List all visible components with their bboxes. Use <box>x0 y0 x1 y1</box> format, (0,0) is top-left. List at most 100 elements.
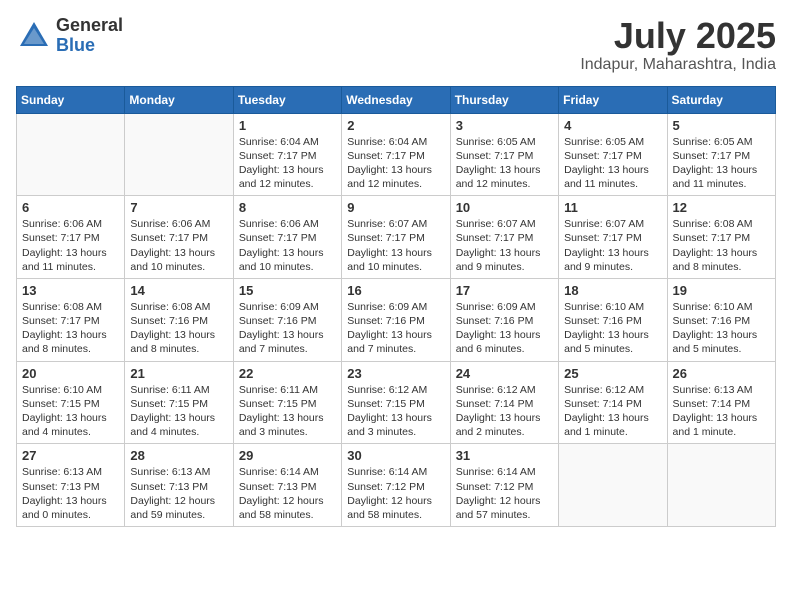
calendar-week-row: 27 Sunrise: 6:13 AMSunset: 7:13 PMDayligh… <box>17 444 776 527</box>
calendar-cell: 12 Sunrise: 6:08 AMSunset: 7:17 PMDayligh… <box>667 196 775 279</box>
page-header: General Blue July 2025 Indapur, Maharash… <box>16 16 776 74</box>
calendar-cell: 28 Sunrise: 6:13 AMSunset: 7:13 PMDayligh… <box>125 444 233 527</box>
day-number: 12 <box>673 200 770 215</box>
calendar-cell: 18 Sunrise: 6:10 AMSunset: 7:16 PMDayligh… <box>559 278 667 361</box>
day-number: 26 <box>673 366 770 381</box>
day-info: Sunrise: 6:12 AMSunset: 7:15 PMDaylight:… <box>347 383 444 440</box>
day-info: Sunrise: 6:12 AMSunset: 7:14 PMDaylight:… <box>564 383 661 440</box>
calendar-cell: 31 Sunrise: 6:14 AMSunset: 7:12 PMDayligh… <box>450 444 558 527</box>
day-info: Sunrise: 6:07 AMSunset: 7:17 PMDaylight:… <box>347 217 444 274</box>
day-info: Sunrise: 6:05 AMSunset: 7:17 PMDaylight:… <box>456 135 553 192</box>
calendar-cell: 5 Sunrise: 6:05 AMSunset: 7:17 PMDaylight… <box>667 113 775 196</box>
calendar-cell: 19Sunrise: 6:10 AMSunset: 7:16 PMDayligh… <box>667 278 775 361</box>
weekday-header-row: SundayMondayTuesdayWednesdayThursdayFrid… <box>17 86 776 113</box>
day-info: Sunrise: 6:10 AMSunset: 7:15 PMDaylight:… <box>22 383 119 440</box>
calendar-cell: 3 Sunrise: 6:05 AMSunset: 7:17 PMDaylight… <box>450 113 558 196</box>
logo-blue-label: Blue <box>56 36 123 56</box>
day-number: 28 <box>130 448 227 463</box>
weekday-header-friday: Friday <box>559 86 667 113</box>
calendar-cell: 7Sunrise: 6:06 AMSunset: 7:17 PMDaylight… <box>125 196 233 279</box>
day-number: 5 <box>673 118 770 133</box>
day-number: 11 <box>564 200 661 215</box>
day-number: 22 <box>239 366 336 381</box>
calendar-cell: 8 Sunrise: 6:06 AMSunset: 7:17 PMDaylight… <box>233 196 341 279</box>
day-info: Sunrise: 6:09 AMSunset: 7:16 PMDaylight:… <box>239 300 336 357</box>
day-info: Sunrise: 6:13 AMSunset: 7:13 PMDaylight:… <box>22 465 119 522</box>
calendar-week-row: 13 Sunrise: 6:08 AMSunset: 7:17 PMDayligh… <box>17 278 776 361</box>
day-number: 27 <box>22 448 119 463</box>
day-number: 1 <box>239 118 336 133</box>
day-info: Sunrise: 6:09 AMSunset: 7:16 PMDaylight:… <box>347 300 444 357</box>
day-number: 31 <box>456 448 553 463</box>
day-number: 20 <box>22 366 119 381</box>
calendar-cell: 26 Sunrise: 6:13 AMSunset: 7:14 PMDayligh… <box>667 361 775 444</box>
day-info: Sunrise: 6:14 AMSunset: 7:13 PMDaylight:… <box>239 465 336 522</box>
day-number: 23 <box>347 366 444 381</box>
calendar-cell: 29 Sunrise: 6:14 AMSunset: 7:13 PMDayligh… <box>233 444 341 527</box>
day-number: 21 <box>130 366 227 381</box>
calendar-cell: 21 Sunrise: 6:11 AMSunset: 7:15 PMDayligh… <box>125 361 233 444</box>
weekday-header-thursday: Thursday <box>450 86 558 113</box>
calendar-cell: 14 Sunrise: 6:08 AMSunset: 7:16 PMDayligh… <box>125 278 233 361</box>
calendar-cell: 30Sunrise: 6:14 AMSunset: 7:12 PMDayligh… <box>342 444 450 527</box>
calendar-cell: 16Sunrise: 6:09 AMSunset: 7:16 PMDayligh… <box>342 278 450 361</box>
day-number: 25 <box>564 366 661 381</box>
day-number: 3 <box>456 118 553 133</box>
calendar-cell: 9Sunrise: 6:07 AMSunset: 7:17 PMDaylight… <box>342 196 450 279</box>
day-info: Sunrise: 6:07 AMSunset: 7:17 PMDaylight:… <box>564 217 661 274</box>
day-info: Sunrise: 6:04 AMSunset: 7:17 PMDaylight:… <box>239 135 336 192</box>
day-info: Sunrise: 6:05 AMSunset: 7:17 PMDaylight:… <box>564 135 661 192</box>
calendar-week-row: 6Sunrise: 6:06 AMSunset: 7:17 PMDaylight… <box>17 196 776 279</box>
calendar-cell: 20 Sunrise: 6:10 AMSunset: 7:15 PMDayligh… <box>17 361 125 444</box>
day-info: Sunrise: 6:06 AMSunset: 7:17 PMDaylight:… <box>239 217 336 274</box>
day-number: 15 <box>239 283 336 298</box>
day-info: Sunrise: 6:08 AMSunset: 7:17 PMDaylight:… <box>673 217 770 274</box>
month-title: July 2025 <box>580 16 776 56</box>
day-number: 2 <box>347 118 444 133</box>
calendar-cell: 10 Sunrise: 6:07 AMSunset: 7:17 PMDayligh… <box>450 196 558 279</box>
day-info: Sunrise: 6:14 AMSunset: 7:12 PMDaylight:… <box>456 465 553 522</box>
weekday-header-monday: Monday <box>125 86 233 113</box>
day-info: Sunrise: 6:09 AMSunset: 7:16 PMDaylight:… <box>456 300 553 357</box>
day-number: 29 <box>239 448 336 463</box>
day-number: 18 <box>564 283 661 298</box>
calendar-table: SundayMondayTuesdayWednesdayThursdayFrid… <box>16 86 776 527</box>
calendar-cell: 17Sunrise: 6:09 AMSunset: 7:16 PMDayligh… <box>450 278 558 361</box>
calendar-cell: 13 Sunrise: 6:08 AMSunset: 7:17 PMDayligh… <box>17 278 125 361</box>
day-number: 13 <box>22 283 119 298</box>
day-info: Sunrise: 6:08 AMSunset: 7:16 PMDaylight:… <box>130 300 227 357</box>
logo-icon <box>16 18 52 54</box>
calendar-cell <box>125 113 233 196</box>
logo: General Blue <box>16 16 123 56</box>
day-info: Sunrise: 6:13 AMSunset: 7:14 PMDaylight:… <box>673 383 770 440</box>
day-info: Sunrise: 6:11 AMSunset: 7:15 PMDaylight:… <box>239 383 336 440</box>
calendar-cell: 23 Sunrise: 6:12 AMSunset: 7:15 PMDayligh… <box>342 361 450 444</box>
calendar-cell <box>667 444 775 527</box>
calendar-cell: 24 Sunrise: 6:12 AMSunset: 7:14 PMDayligh… <box>450 361 558 444</box>
calendar-cell: 22 Sunrise: 6:11 AMSunset: 7:15 PMDayligh… <box>233 361 341 444</box>
day-info: Sunrise: 6:11 AMSunset: 7:15 PMDaylight:… <box>130 383 227 440</box>
location-title: Indapur, Maharashtra, India <box>580 56 776 74</box>
calendar-week-row: 20 Sunrise: 6:10 AMSunset: 7:15 PMDayligh… <box>17 361 776 444</box>
day-info: Sunrise: 6:08 AMSunset: 7:17 PMDaylight:… <box>22 300 119 357</box>
calendar-cell: 4 Sunrise: 6:05 AMSunset: 7:17 PMDaylight… <box>559 113 667 196</box>
calendar-week-row: 1 Sunrise: 6:04 AMSunset: 7:17 PMDaylight… <box>17 113 776 196</box>
calendar-cell: 2Sunrise: 6:04 AMSunset: 7:17 PMDaylight… <box>342 113 450 196</box>
calendar-cell: 27 Sunrise: 6:13 AMSunset: 7:13 PMDayligh… <box>17 444 125 527</box>
weekday-header-sunday: Sunday <box>17 86 125 113</box>
day-number: 8 <box>239 200 336 215</box>
day-number: 14 <box>130 283 227 298</box>
weekday-header-tuesday: Tuesday <box>233 86 341 113</box>
day-number: 4 <box>564 118 661 133</box>
day-number: 24 <box>456 366 553 381</box>
weekday-header-saturday: Saturday <box>667 86 775 113</box>
day-number: 10 <box>456 200 553 215</box>
day-info: Sunrise: 6:05 AMSunset: 7:17 PMDaylight:… <box>673 135 770 192</box>
day-info: Sunrise: 6:12 AMSunset: 7:14 PMDaylight:… <box>456 383 553 440</box>
day-info: Sunrise: 6:10 AMSunset: 7:16 PMDaylight:… <box>564 300 661 357</box>
calendar-cell: 25 Sunrise: 6:12 AMSunset: 7:14 PMDayligh… <box>559 361 667 444</box>
day-info: Sunrise: 6:07 AMSunset: 7:17 PMDaylight:… <box>456 217 553 274</box>
weekday-header-wednesday: Wednesday <box>342 86 450 113</box>
day-info: Sunrise: 6:13 AMSunset: 7:13 PMDaylight:… <box>130 465 227 522</box>
calendar-cell <box>17 113 125 196</box>
